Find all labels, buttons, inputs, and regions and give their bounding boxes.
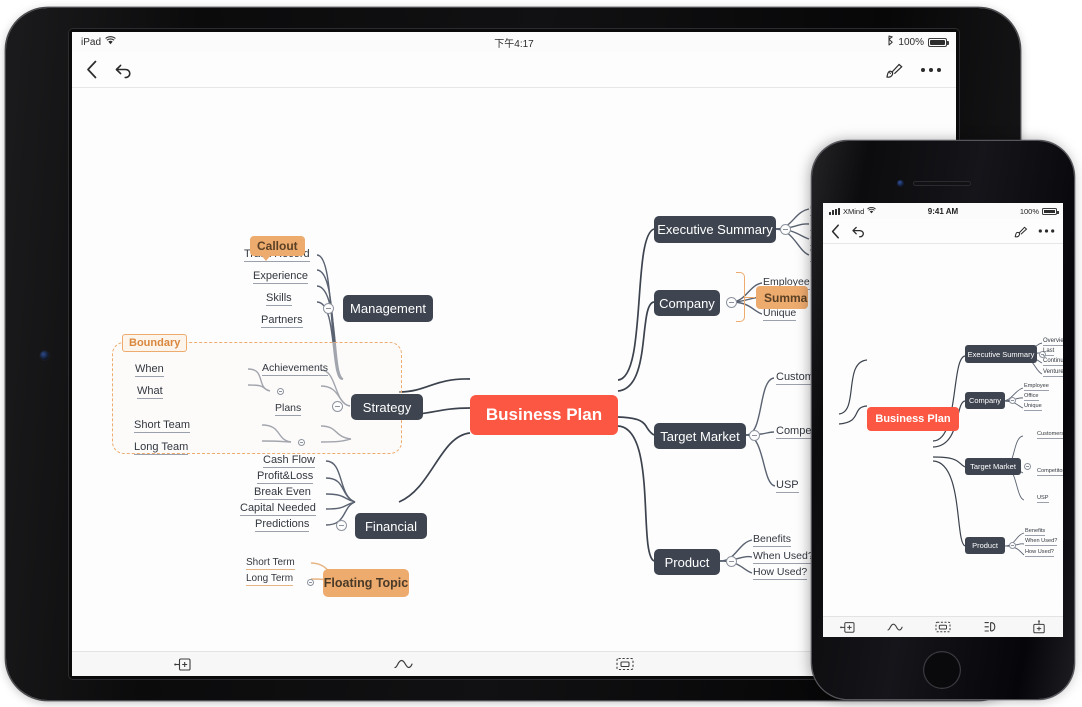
iphone-device: XMind 9:41 AM 100% Business Plan Executi… [812, 141, 1074, 699]
iphone-toggle-company[interactable] [1009, 397, 1016, 404]
summary-node[interactable]: Summary [756, 286, 808, 309]
insert-topic-icon[interactable] [72, 657, 293, 672]
more-dots-icon[interactable] [1038, 228, 1055, 234]
ipad-nav-bar [72, 52, 956, 88]
iphone-speaker-grille [913, 181, 971, 186]
iphone-leaf-competitors[interactable]: Competitors [1037, 468, 1063, 476]
leaf-how-used[interactable]: How Used? [753, 566, 808, 580]
chevron-left-icon[interactable] [86, 60, 98, 79]
iphone-leaf-continuously[interactable]: Continuously [1043, 358, 1063, 366]
iphone-leaf-when-used[interactable]: When Used? [1025, 538, 1058, 546]
iphone-leaf-usp[interactable]: USP [1037, 495, 1049, 503]
screenshot-stage: iPad 下午4:17 100% Business Plan Managemen… [0, 0, 1082, 707]
leaf-when[interactable]: When [135, 363, 164, 377]
leaf-cash-flow[interactable]: Cash Flow [263, 454, 315, 468]
iphone-screen: XMind 9:41 AM 100% Business Plan Executi… [823, 203, 1063, 637]
toggle-management[interactable] [323, 303, 334, 314]
iphone-leaf-how-used[interactable]: How Used? [1025, 549, 1054, 557]
topic-target-market[interactable]: Target Market [654, 423, 746, 449]
iphone-central-topic[interactable]: Business Plan [867, 407, 959, 431]
iphone-nav-bar [823, 219, 1063, 244]
undo-icon[interactable] [851, 224, 866, 238]
leaf-profit-loss[interactable]: Profit&Loss [257, 470, 314, 484]
insert-topic-icon[interactable] [1015, 620, 1063, 634]
ipad-front-camera [40, 351, 49, 360]
toggle-floating[interactable] [307, 579, 314, 586]
iphone-toggle-product[interactable] [1009, 542, 1016, 549]
relationship-icon[interactable] [293, 658, 514, 670]
brush-icon[interactable] [884, 60, 904, 80]
toggle-plans[interactable] [298, 439, 305, 446]
iphone-home-button[interactable] [923, 651, 961, 689]
iphone-topic-target-market[interactable]: Target Market [965, 458, 1021, 475]
toggle-strategy[interactable] [332, 401, 343, 412]
leaf-what[interactable]: What [137, 385, 163, 399]
iphone-leaf-overview[interactable]: Overview [1043, 338, 1063, 346]
ipad-clock: 下午4:17 [494, 38, 534, 50]
leaf-when-used[interactable]: When Used? [753, 550, 814, 564]
iphone-toggle-target-market[interactable] [1024, 463, 1031, 470]
iphone-leaf-venture-capitalist[interactable]: Venture Capitalist [1043, 369, 1063, 377]
iphone-leaf-benefits[interactable]: Benefits [1025, 528, 1046, 536]
leaf-long-team[interactable]: Long Team [134, 441, 189, 455]
topic-company[interactable]: Company [654, 290, 720, 316]
chevron-left-icon[interactable] [831, 223, 840, 239]
callout-marker[interactable]: Callout [250, 236, 305, 261]
iphone-topic-product[interactable]: Product [965, 537, 1005, 554]
summary-icon[interactable] [967, 621, 1015, 633]
iphone-leaf-last[interactable]: Last [1043, 348, 1055, 356]
topic-executive-summary[interactable]: Executive Summary [654, 216, 776, 243]
iphone-topic-executive-summary[interactable]: Executive Summary [965, 345, 1037, 363]
leaf-capital-needed[interactable]: Capital Needed [240, 502, 316, 516]
leaf-achievements[interactable]: Achievements [262, 362, 328, 376]
battery-icon [928, 37, 949, 47]
central-topic[interactable]: Business Plan [470, 395, 618, 435]
iphone-clock: 9:41 AM [927, 206, 959, 216]
iphone-status-bar: XMind 9:41 AM 100% [823, 203, 1063, 219]
toggle-achievements[interactable] [277, 388, 284, 395]
topic-management[interactable]: Management [343, 295, 433, 322]
leaf-skills[interactable]: Skills [266, 292, 292, 306]
battery-icon [1042, 207, 1059, 215]
toggle-product[interactable] [726, 556, 737, 567]
leaf-usp[interactable]: USP [776, 479, 799, 493]
boundary-label[interactable]: Boundary [122, 334, 188, 352]
more-dots-icon[interactable] [920, 66, 942, 74]
brush-icon[interactable] [1013, 224, 1028, 239]
iphone-front-camera [897, 180, 904, 187]
floating-topic[interactable]: Floating Topic [323, 569, 409, 597]
iphone-topic-company[interactable]: Company [965, 392, 1005, 409]
toggle-financial[interactable] [336, 520, 347, 531]
leaf-plans[interactable]: Plans [275, 402, 302, 416]
relationship-icon[interactable] [871, 622, 919, 632]
iphone-leaf-office[interactable]: Office [1024, 393, 1039, 401]
topic-strategy[interactable]: Strategy [351, 394, 423, 420]
iphone-leaf-customers[interactable]: Customers [1037, 431, 1063, 439]
leaf-predictions[interactable]: Predictions [255, 518, 310, 532]
leaf-benefits[interactable]: Benefits [753, 533, 791, 547]
iphone-bottom-toolbar [823, 616, 1063, 637]
toggle-target-market[interactable] [749, 430, 760, 441]
leaf-floating-short-term[interactable]: Short Term [246, 557, 295, 570]
ipad-status-bar: iPad 下午4:17 100% [72, 32, 956, 52]
summary-bracket-tick [745, 297, 755, 298]
summary-bracket [736, 272, 745, 322]
topic-financial[interactable]: Financial [355, 513, 427, 539]
iphone-leaf-unique[interactable]: Unique [1024, 403, 1042, 411]
undo-icon[interactable] [114, 61, 133, 79]
leaf-floating-long-term[interactable]: Long Term [246, 573, 294, 586]
boundary-icon[interactable] [514, 657, 735, 671]
topic-product[interactable]: Product [654, 549, 720, 575]
leaf-break-even[interactable]: Break Even [254, 486, 311, 500]
iphone-leaf-employee[interactable]: Employee [1024, 383, 1049, 391]
toggle-executive-summary[interactable] [780, 224, 791, 235]
leaf-unique[interactable]: Unique [763, 307, 797, 321]
leaf-short-team[interactable]: Short Team [134, 419, 191, 433]
boundary-icon[interactable] [919, 621, 967, 633]
insert-subtopic-icon[interactable] [823, 621, 871, 634]
leaf-experience[interactable]: Experience [253, 270, 309, 284]
iphone-mindmap-canvas[interactable]: Business Plan Executive Summary Overview… [823, 244, 1063, 616]
leaf-partners[interactable]: Partners [261, 314, 303, 328]
